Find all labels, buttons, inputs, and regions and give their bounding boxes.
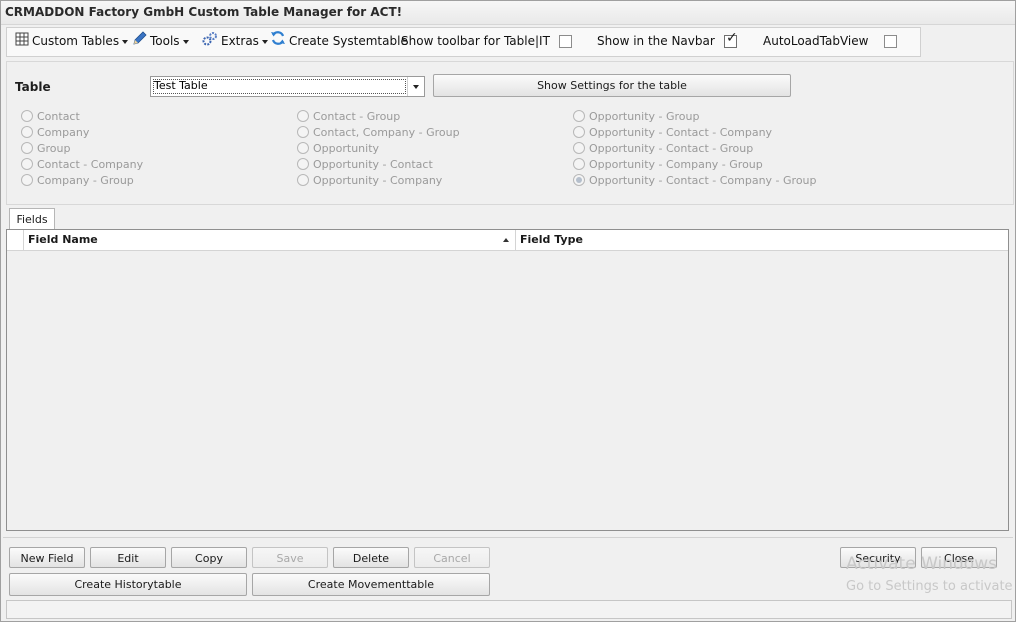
radio-option[interactable]: Contact, Company - Group	[297, 126, 460, 140]
tools-menu[interactable]: Tools	[132, 28, 189, 54]
radio-icon	[21, 158, 33, 170]
radio-label: Company	[37, 126, 90, 139]
show-toolbar-checkbox[interactable]	[559, 35, 572, 48]
radio-icon	[297, 158, 309, 170]
show-settings-button[interactable]: Show Settings for the table	[433, 74, 791, 97]
radio-label: Company - Group	[37, 174, 134, 187]
radio-icon	[573, 142, 585, 154]
autoload-label: AutoLoadTabView	[763, 34, 869, 48]
radio-icon	[21, 142, 33, 154]
activate-windows-hint: Go to Settings to activate	[846, 579, 1013, 594]
fields-grid[interactable]: Field Name Field Type	[6, 229, 1009, 531]
create-historytable-button[interactable]: Create Historytable	[9, 573, 247, 596]
chevron-down-icon	[261, 39, 268, 44]
gears-icon	[202, 29, 218, 55]
show-toolbar-label: Show toolbar for Table|IT	[401, 34, 550, 48]
radio-label: Opportunity - Contact	[313, 158, 433, 171]
status-bar	[6, 600, 1012, 619]
radio-option[interactable]: Opportunity - Company	[297, 174, 442, 188]
create-movementtable-button[interactable]: Create Movementtable	[252, 573, 490, 596]
extras-menu[interactable]: Extras	[202, 28, 268, 54]
radio-option[interactable]: Group	[21, 142, 71, 156]
radio-label: Opportunity - Company	[313, 174, 443, 187]
radio-icon	[297, 174, 309, 186]
extras-label: Extras	[221, 34, 259, 48]
refresh-icon	[270, 29, 286, 55]
checkmark-icon: ✓	[726, 30, 738, 46]
title-bar: CRMADDON Factory GmbH Custom Table Manag…	[1, 1, 1015, 25]
radio-option[interactable]: Opportunity - Contact - Company	[573, 126, 772, 140]
radio-icon	[297, 142, 309, 154]
tab-fields[interactable]: Fields	[9, 208, 55, 231]
radio-label: Opportunity - Company - Group	[589, 158, 763, 171]
custom-tables-label: Custom Tables	[32, 34, 120, 48]
row-indicator-header	[7, 230, 24, 250]
chevron-down-icon	[122, 39, 129, 44]
radio-option[interactable]: Contact	[21, 110, 80, 124]
window-title: CRMADDON Factory GmbH Custom Table Manag…	[5, 5, 403, 19]
radio-label: Opportunity	[313, 142, 380, 155]
column-header-label: Field Name	[28, 233, 98, 246]
radio-option[interactable]: Company - Group	[21, 174, 134, 188]
new-field-button[interactable]: New Field	[9, 547, 85, 568]
column-header-field-name[interactable]: Field Name	[24, 230, 516, 250]
radio-label: Contact - Group	[313, 110, 401, 123]
radio-label: Contact - Company	[37, 158, 144, 171]
edit-button[interactable]: Edit	[90, 547, 166, 568]
copy-button[interactable]: Copy	[171, 547, 247, 568]
table-label: Table	[15, 80, 51, 94]
radio-option[interactable]: Contact - Company	[21, 158, 143, 172]
radio-label: Opportunity - Contact - Group	[589, 142, 754, 155]
radio-label: Opportunity - Contact - Company	[589, 126, 773, 139]
radio-option[interactable]: Contact - Group	[297, 110, 400, 124]
radio-option[interactable]: Opportunity - Contact - Company - Group	[573, 174, 817, 188]
show-navbar-label: Show in the Navbar	[597, 34, 715, 48]
dropdown-button[interactable]	[407, 77, 424, 96]
radio-icon	[573, 126, 585, 138]
create-systemtable-button[interactable]: Create Systemtable	[270, 28, 408, 54]
radio-option[interactable]: Opportunity	[297, 142, 379, 156]
grid-header: Field Name Field Type	[7, 230, 1008, 251]
radio-option[interactable]: Company	[21, 126, 89, 140]
radio-icon	[297, 110, 309, 122]
column-header-label: Field Type	[520, 233, 583, 246]
pencil-icon	[132, 29, 147, 55]
radio-label: Contact, Company - Group	[313, 126, 460, 139]
divider	[3, 537, 1013, 538]
radio-icon	[21, 126, 33, 138]
delete-button[interactable]: Delete	[333, 547, 409, 568]
table-icon	[15, 29, 29, 55]
radio-label: Contact	[37, 110, 80, 123]
main-toolbar: Custom Tables Tools Extras Create System…	[6, 27, 921, 57]
chevron-down-icon	[413, 85, 419, 89]
activate-windows-watermark: Activate Windows	[846, 554, 997, 574]
table-select-value: Test Table	[154, 79, 208, 92]
radio-icon	[21, 174, 33, 186]
tools-label: Tools	[150, 34, 180, 48]
radio-icon	[573, 174, 585, 186]
radio-icon	[573, 110, 585, 122]
table-select[interactable]: Test Table	[150, 76, 425, 97]
radio-label: Opportunity - Group	[589, 110, 700, 123]
chevron-down-icon	[182, 39, 189, 44]
app-window: CRMADDON Factory GmbH Custom Table Manag…	[0, 0, 1016, 622]
custom-tables-menu[interactable]: Custom Tables	[15, 28, 129, 55]
radio-icon	[573, 158, 585, 170]
radio-option[interactable]: Opportunity - Contact - Group	[573, 142, 753, 156]
save-button[interactable]: Save	[252, 547, 328, 568]
column-header-field-type[interactable]: Field Type	[516, 230, 1008, 250]
radio-icon	[297, 126, 309, 138]
autoload-checkbox[interactable]	[884, 35, 897, 48]
radio-icon	[21, 110, 33, 122]
radio-option[interactable]: Opportunity - Contact	[297, 158, 433, 172]
show-navbar-checkbox[interactable]: ✓	[724, 31, 738, 48]
cancel-button[interactable]: Cancel	[414, 547, 490, 568]
radio-option[interactable]: Opportunity - Group	[573, 110, 699, 124]
sort-ascending-icon	[503, 238, 509, 242]
radio-label: Group	[37, 142, 71, 155]
create-systemtable-label: Create Systemtable	[289, 34, 408, 48]
radio-option[interactable]: Opportunity - Company - Group	[573, 158, 763, 172]
radio-label: Opportunity - Contact - Company - Group	[589, 174, 817, 187]
